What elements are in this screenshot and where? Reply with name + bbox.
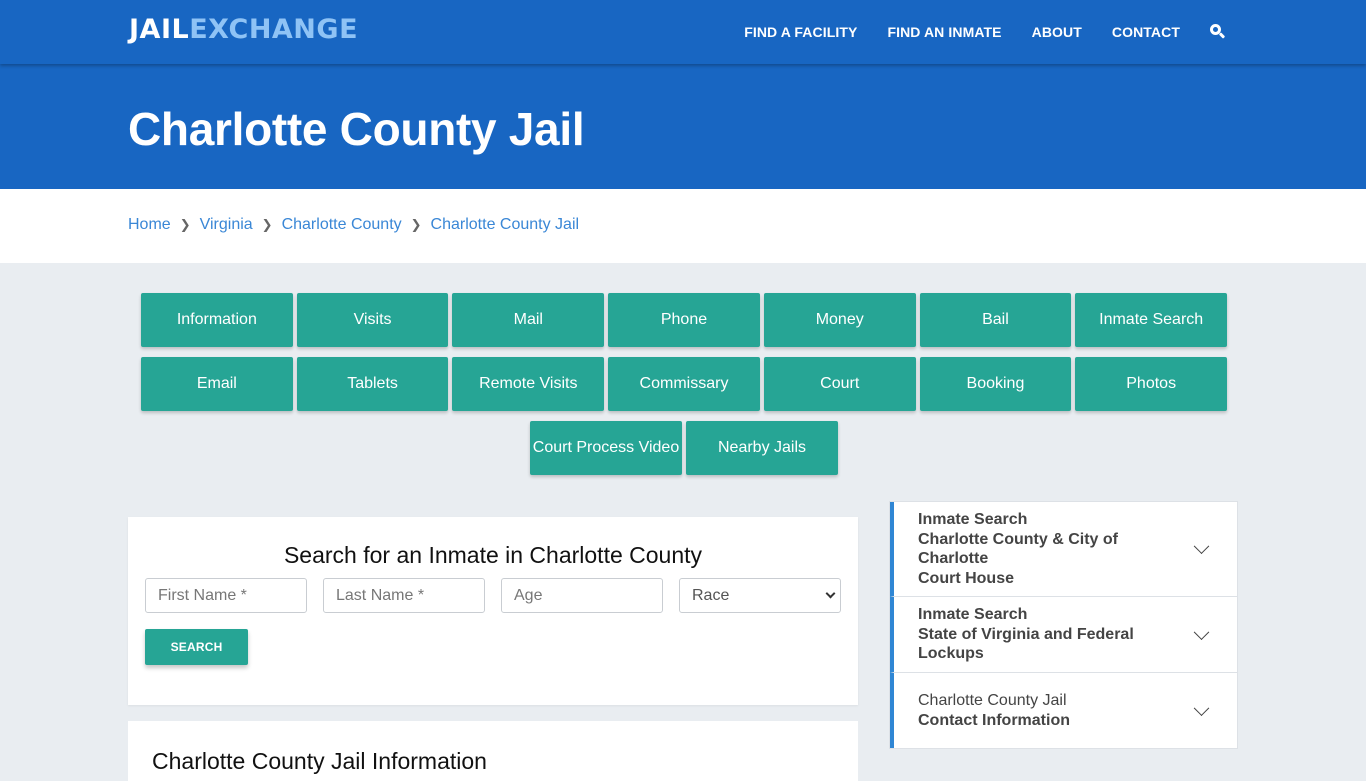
facility-menu-tiles: Information Visits Mail Phone Money Bail…	[139, 293, 1229, 485]
tile-nearby-jails[interactable]: Nearby Jails	[686, 421, 838, 475]
accordion-item-county-search[interactable]: Inmate Search Charlotte County & City of…	[890, 502, 1237, 597]
search-fields: First Name * Last Name * Age Race	[145, 578, 841, 613]
tile-court-process-video[interactable]: Court Process Video	[530, 421, 682, 475]
last-name-input[interactable]: Last Name *	[323, 578, 485, 613]
tile-phone[interactable]: Phone	[608, 293, 760, 347]
site-logo[interactable]: JAILEXCHANGE	[129, 14, 358, 45]
breadcrumb-county[interactable]: Charlotte County	[282, 216, 402, 234]
logo-jail: JAIL	[129, 14, 190, 45]
tile-booking[interactable]: Booking	[919, 357, 1072, 411]
tile-tablets[interactable]: Tablets	[296, 357, 449, 411]
race-select-value: Race	[692, 586, 730, 604]
chevron-right-icon: ❯	[179, 217, 191, 232]
tile-commissary[interactable]: Commissary	[608, 357, 760, 411]
top-navbar: JAILEXCHANGE FIND A FACILITY FIND AN INM…	[0, 0, 1366, 64]
accordion-item-contact-info[interactable]: Charlotte County Jail Contact Informatio…	[890, 673, 1237, 748]
accordion-line: Court House	[918, 569, 1014, 587]
accordion-line: Inmate Search	[918, 511, 1028, 528]
accordion-line: Inmate Search	[918, 606, 1028, 624]
tile-email[interactable]: Email	[140, 357, 293, 411]
breadcrumb-home[interactable]: Home	[128, 216, 171, 234]
nav-contact[interactable]: CONTACT	[1112, 24, 1180, 40]
accordion-line: State of Virginia and Federal Lockups	[918, 625, 1134, 663]
accordion-line: Charlotte County & City of Charlotte	[918, 530, 1118, 568]
chevron-right-icon: ❯	[410, 217, 422, 232]
page-title: Charlotte County Jail	[128, 103, 585, 155]
main-nav: FIND A FACILITY FIND AN INMATE ABOUT CON…	[714, 0, 1226, 64]
tile-row: Email Tablets Remote Visits Commissary C…	[139, 357, 1229, 411]
nav-find-a-facility[interactable]: FIND A FACILITY	[744, 24, 857, 40]
logo-exchange: EXCHANGE	[189, 14, 359, 45]
tile-information[interactable]: Information	[140, 293, 293, 347]
info-title: Charlotte County Jail Information	[152, 748, 487, 774]
tile-bail[interactable]: Bail	[919, 293, 1072, 347]
tile-photos[interactable]: Photos	[1075, 357, 1228, 411]
breadcrumb-jail[interactable]: Charlotte County Jail	[431, 216, 580, 234]
tile-mail[interactable]: Mail	[452, 293, 605, 347]
hero-banner: Charlotte County Jail	[0, 64, 1366, 189]
race-select[interactable]: Race	[679, 578, 841, 613]
accordion-line: Contact Information	[918, 711, 1070, 729]
sidebar-accordion: Inmate Search Charlotte County & City of…	[889, 501, 1238, 749]
nav-find-an-inmate[interactable]: FIND AN INMATE	[887, 24, 1001, 40]
tile-remote-visits[interactable]: Remote Visits	[452, 357, 605, 411]
breadcrumb: Home ❯ Virginia ❯ Charlotte County ❯ Cha…	[128, 216, 579, 234]
search-title: Search for an Inmate in Charlotte County	[283, 542, 703, 568]
chevron-down-icon	[1193, 538, 1210, 555]
chevron-down-icon	[1193, 699, 1210, 716]
chevron-down-icon	[1193, 623, 1210, 640]
search-icon[interactable]	[1210, 24, 1226, 40]
inmate-search-card: Search for an Inmate in Charlotte County…	[128, 517, 858, 705]
tile-row: Information Visits Mail Phone Money Bail…	[139, 293, 1229, 347]
search-button[interactable]: SEARCH	[145, 629, 248, 665]
tile-row: Court Process Video Nearby Jails	[139, 421, 1229, 475]
age-input[interactable]: Age	[501, 578, 663, 613]
nav-about[interactable]: ABOUT	[1032, 24, 1082, 40]
accordion-line: Charlotte County Jail	[918, 692, 1067, 709]
chevron-down-icon	[825, 588, 836, 599]
tile-visits[interactable]: Visits	[296, 293, 449, 347]
breadcrumb-bar: Home ❯ Virginia ❯ Charlotte County ❯ Cha…	[0, 189, 1366, 263]
chevron-right-icon: ❯	[261, 217, 273, 232]
jail-information-card: Charlotte County Jail Information	[128, 721, 858, 781]
accordion-item-state-search[interactable]: Inmate Search State of Virginia and Fede…	[890, 597, 1237, 673]
tile-inmate-search[interactable]: Inmate Search	[1075, 293, 1228, 347]
tile-money[interactable]: Money	[763, 293, 916, 347]
tile-court[interactable]: Court	[763, 357, 916, 411]
breadcrumb-virginia[interactable]: Virginia	[200, 216, 253, 234]
first-name-input[interactable]: First Name *	[145, 578, 307, 613]
